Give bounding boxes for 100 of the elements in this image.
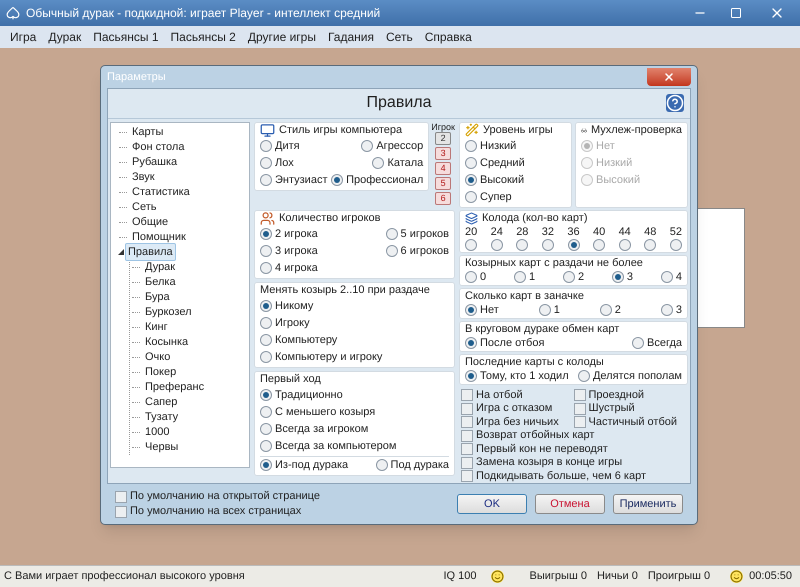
losses-count: Проигрыш 0 [648,569,710,584]
checkbox[interactable] [574,402,586,415]
radio-option[interactable]: Профессионал [331,172,424,189]
menu-item[interactable]: Другие игры [242,28,322,46]
checkbox-option[interactable]: Первый кон не переводят [461,442,686,456]
checkbox[interactable] [115,506,127,518]
radio-option[interactable]: Игроку [260,314,310,332]
player-button[interactable]: 3 [435,146,452,160]
radio-option[interactable]: 28 [516,226,528,251]
checkbox[interactable] [461,389,473,402]
checkbox-option[interactable]: Замена козыря в конце игры [461,456,686,470]
radio-option[interactable]: Никому [260,298,314,315]
radio-option[interactable]: 20 [465,226,478,251]
dialog-button[interactable]: OK [457,494,527,514]
game-timer: 00:05:50 [749,569,792,584]
radio-option[interactable]: 40 [592,226,606,251]
group-title: Последние карты с колоды [465,354,604,370]
player-button[interactable]: 2 [435,132,452,145]
dialog-button[interactable]: Отмена [535,494,605,514]
radio-option[interactable]: С меньшего козыря [260,404,376,421]
player-button[interactable]: 5 [435,176,452,190]
checkbox[interactable] [574,389,586,402]
radio-option[interactable]: Традиционно [260,386,343,404]
default-option[interactable]: По умолчанию на всех страницах [115,504,320,520]
radio-option[interactable]: Супер [465,188,512,206]
radio-option[interactable]: 6 игроков [386,242,449,260]
radio-option[interactable]: Всегда [632,336,682,350]
radio-option[interactable]: 52 [670,226,682,251]
help-icon[interactable] [666,94,684,112]
radio-option[interactable]: Всегда за игроком [260,420,368,438]
checkbox[interactable] [461,470,473,482]
radio-option[interactable]: 2 игрока [260,226,318,243]
radio-option[interactable]: 3 [660,304,682,317]
radio-option[interactable]: 1 [514,270,536,284]
window-title: Обычный дурак - подкидной: играет Player - интеллект средний [26,5,380,22]
checkbox-option[interactable]: На отбой [461,388,574,402]
radio-option[interactable]: Катала [372,154,424,172]
radio-option[interactable]: Дитя [260,138,300,155]
player-button[interactable]: 4 [435,162,452,175]
radio-option[interactable]: 0 [465,270,486,284]
radio-option[interactable]: 3 [612,270,634,284]
checkbox[interactable] [461,430,473,442]
menu-item[interactable]: Гадания [322,28,380,46]
radio-option[interactable]: 1 [538,304,560,317]
radio-option[interactable]: 2 [600,304,621,317]
menu-item[interactable]: Справка [418,28,478,46]
player-button[interactable]: 6 [435,192,452,205]
checkbox-option[interactable]: Проездной [574,388,686,402]
checkbox-option[interactable]: Частичный отбой [574,416,686,430]
checkbox[interactable] [461,456,473,469]
checkbox-option[interactable]: Возврат отбойных карт [461,429,686,443]
checkbox-option[interactable]: Подкидывать больше, чем 6 карт [461,470,686,484]
radio-option[interactable]: Из-под дурака [260,456,348,474]
radio-option[interactable]: 48 [644,226,656,251]
radio-option[interactable]: 2 [562,270,584,284]
radio-option[interactable]: Лох [260,154,294,172]
radio-option[interactable]: 4 [660,270,682,284]
radio-option[interactable]: 36 [567,226,580,251]
checkbox[interactable] [115,490,127,503]
radio-option[interactable]: 24 [490,226,503,251]
checkbox-option[interactable]: Игра без ничьих [461,416,574,430]
radio-option[interactable]: Агрессор [361,138,424,155]
tree-item[interactable]: Правила [125,242,176,262]
radio-option[interactable]: Высокий [465,172,524,189]
checkbox[interactable] [461,416,473,428]
default-option[interactable]: По умолчанию на открытой странице [115,489,320,504]
radio-option[interactable]: Под дурака [376,456,449,474]
radio-option[interactable]: Компьютеру [260,332,338,349]
group-title: Количество игроков [279,210,380,226]
checkbox[interactable] [461,402,473,415]
dialog-button[interactable]: Применить [613,494,683,514]
menu-item[interactable]: Дурак [42,28,88,46]
expand-arrow-icon[interactable] [117,248,125,256]
group-title: Колода (кол-во карт) [482,210,588,226]
radio-option[interactable]: Делятся пополам [578,370,682,383]
draws-count: Ничьи 0 [596,569,638,584]
radio-option[interactable]: Низкий [465,138,516,155]
radio-option[interactable]: Средний [465,154,525,172]
radio-option[interactable]: 3 игрока [260,242,318,260]
radio-option[interactable]: Тому, кто 1 ходил [465,370,569,383]
radio-option[interactable]: 5 игроков [386,226,449,243]
checkbox[interactable] [461,443,473,456]
radio-option[interactable]: 4 игрока [260,260,318,277]
menu-item[interactable]: Сеть [380,28,419,46]
radio-option[interactable]: 32 [542,226,554,251]
menu-item[interactable]: Игра [4,28,42,46]
group-title: Первый ход [260,372,321,387]
radio-option[interactable]: Компьютеру и игроку [260,348,382,366]
radio-option[interactable]: Энтузиаст [260,172,328,189]
menu-item[interactable]: Пасьянсы 2 [164,28,242,46]
close-button[interactable] [647,68,691,86]
menu-item[interactable]: Пасьянсы 1 [87,28,165,46]
iq-score: IQ 100 [444,569,477,584]
radio-option[interactable]: Нет [465,304,499,317]
checkbox-option[interactable]: Игра с отказом [461,402,574,416]
radio-option[interactable]: 44 [618,226,631,251]
radio-option[interactable]: После отбоя [465,336,544,350]
checkbox[interactable] [574,416,586,428]
radio-option[interactable]: Всегда за компьютером [260,438,396,455]
checkbox-option[interactable]: Шустрый [574,402,686,416]
